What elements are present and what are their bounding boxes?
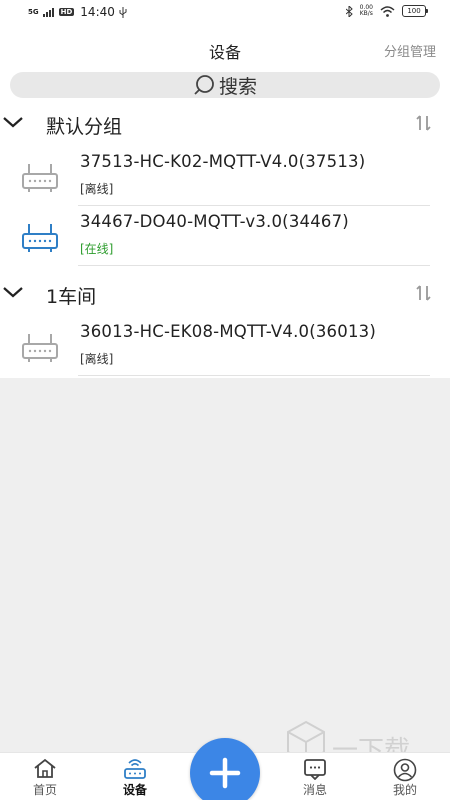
signal-icon	[42, 7, 54, 17]
device-row[interactable]: 34467-DO40-MQTT-v3.0(34467) [在线]	[0, 206, 450, 266]
search-bar-container: 搜索	[0, 70, 450, 102]
tab-home[interactable]: 首页	[10, 753, 80, 800]
status-time: 14:40	[80, 5, 115, 19]
router-offline-icon	[22, 334, 58, 362]
page-title: 设备	[208, 43, 241, 62]
user-icon	[393, 758, 417, 782]
device-row[interactable]: 37513-HC-K02-MQTT-V4.0(37513) [离线]	[0, 146, 450, 206]
search-label: 搜索	[218, 75, 257, 98]
device-status: [在线]	[80, 242, 114, 256]
tab-label: 我的	[392, 783, 417, 797]
group-header-workshop[interactable]: 1车间	[0, 272, 450, 316]
bluetooth-icon	[345, 5, 353, 17]
battery-icon: 100	[402, 5, 428, 17]
tab-label: 设备	[122, 783, 147, 797]
device-list: 默认分组 37513-HC-K02-MQTT-V4.0(37513) [离线] …	[0, 102, 450, 378]
device-status: [离线]	[80, 182, 114, 196]
wifi-icon	[380, 5, 395, 17]
plus-icon	[209, 757, 241, 789]
router-icon	[124, 759, 146, 779]
search-icon	[194, 75, 214, 95]
divider	[78, 265, 430, 266]
network-indicator: 5G	[28, 8, 39, 16]
status-bar: 5G HD 14:40 0.00 KB/s 100	[0, 0, 450, 26]
usb-icon	[119, 6, 127, 18]
chevron-down-icon	[3, 287, 23, 298]
tab-label: 消息	[302, 783, 327, 797]
add-device-button[interactable]	[190, 738, 260, 800]
tab-devices[interactable]: 设备	[100, 753, 170, 800]
divider	[78, 375, 430, 376]
app-header: 设备 分组管理	[0, 26, 450, 70]
device-name: 34467-DO40-MQTT-v3.0(34467)	[80, 212, 349, 231]
search-bar[interactable]: 搜索	[10, 72, 440, 98]
tab-label: 首页	[32, 783, 57, 797]
home-icon	[34, 758, 56, 778]
group-manage-button[interactable]: 分组管理	[384, 41, 436, 60]
sort-icon[interactable]	[416, 284, 432, 302]
device-status: [离线]	[80, 352, 114, 366]
message-icon	[304, 759, 326, 780]
group-name: 默认分组	[46, 116, 123, 138]
device-row[interactable]: 36013-HC-EK08-MQTT-V4.0(36013) [离线]	[0, 316, 450, 376]
tab-mine[interactable]: 我的	[370, 753, 440, 800]
sort-icon[interactable]	[416, 114, 432, 132]
group-header-default[interactable]: 默认分组	[0, 102, 450, 146]
tab-messages[interactable]: 消息	[280, 753, 350, 800]
device-name: 36013-HC-EK08-MQTT-V4.0(36013)	[80, 322, 376, 341]
speed-indicator: 0.00 KB/s	[359, 4, 373, 17]
router-offline-icon	[22, 164, 58, 192]
group-name: 1车间	[46, 286, 97, 308]
router-online-icon	[22, 224, 58, 252]
device-name: 37513-HC-K02-MQTT-V4.0(37513)	[80, 152, 366, 171]
chevron-down-icon	[3, 117, 23, 128]
hd-badge: HD	[58, 8, 75, 16]
